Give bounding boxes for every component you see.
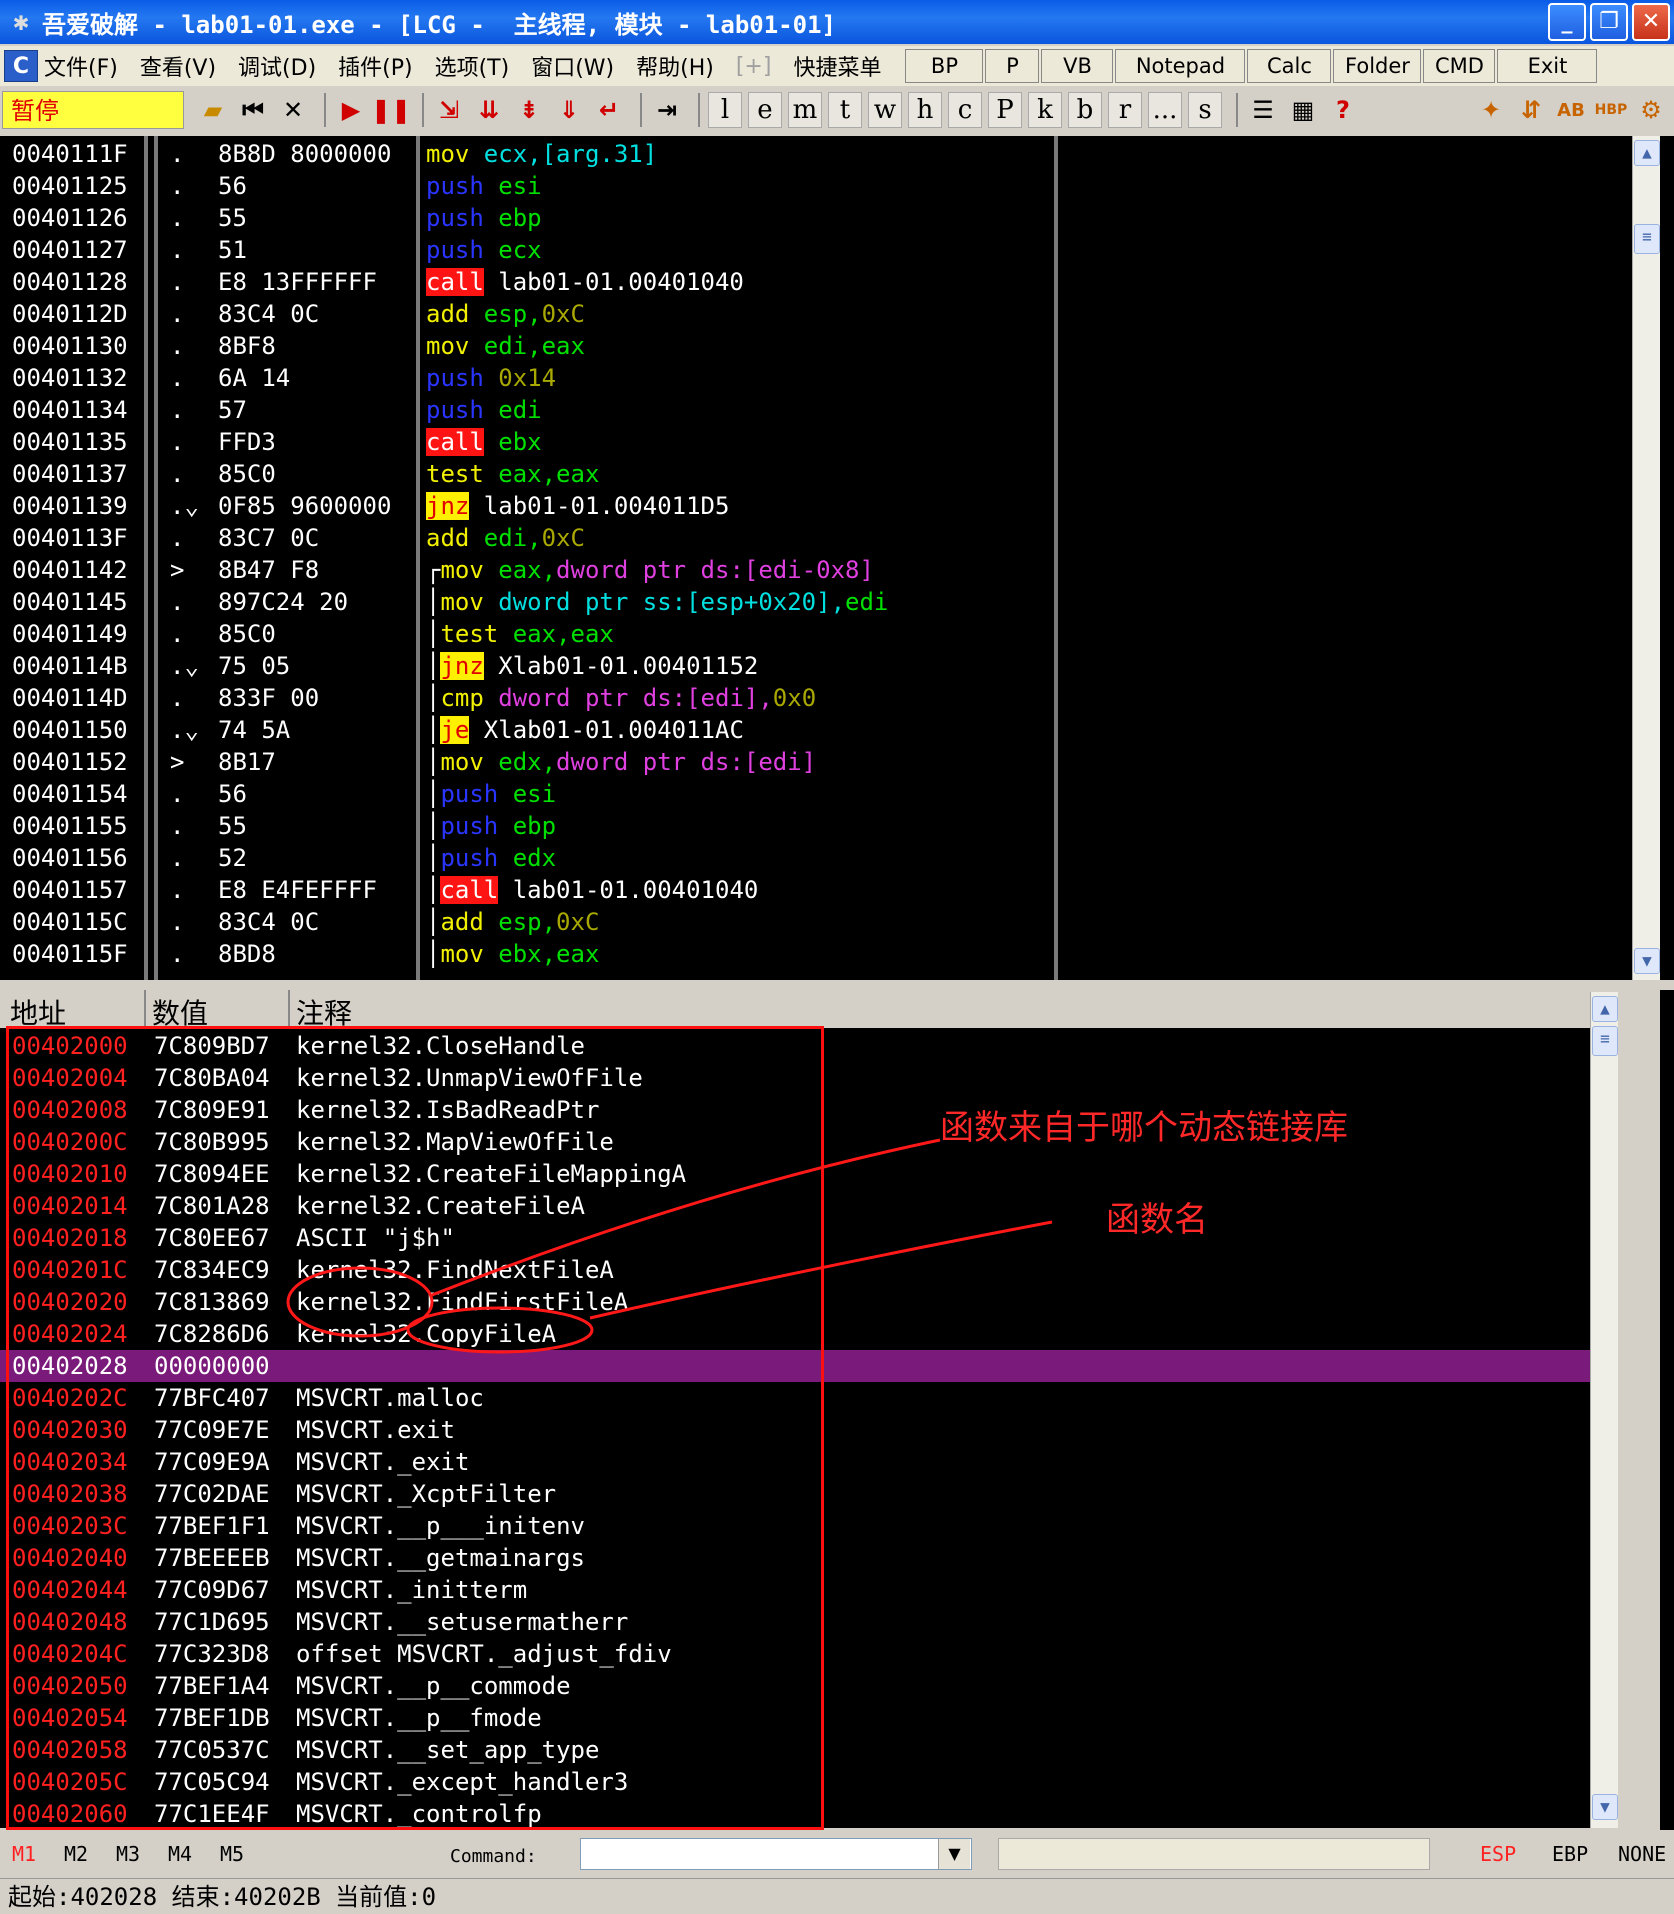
command-input[interactable] (580, 1838, 972, 1870)
dll-annotation: 函数来自于哪个动态链接库 (940, 1108, 1348, 1148)
register-none[interactable]: NONE (1618, 1842, 1666, 1866)
func-name-circle (406, 1306, 594, 1354)
command-label: Command: (450, 1846, 537, 1867)
marker-m3[interactable]: M3 (116, 1842, 140, 1866)
annotation-overlay (286, 1138, 1053, 1354)
marker-m1[interactable]: M1 (12, 1842, 36, 1866)
marker-m4[interactable]: M4 (168, 1842, 192, 1866)
marker-m5[interactable]: M5 (220, 1842, 244, 1866)
bottom-bar: M1 M2 M3 M4 M5 Command: ▼ ESP EBP NONE (0, 1832, 1674, 1876)
status-bar: 起始:402028 结束:40202B 当前值:0 (0, 1878, 1674, 1914)
marker-m2[interactable]: M2 (64, 1842, 88, 1866)
register-ebp[interactable]: EBP (1552, 1842, 1588, 1866)
command-result-field (998, 1838, 1430, 1870)
register-esp[interactable]: ESP (1480, 1842, 1516, 1866)
debugger-window: ✱ 吾爱破解 - lab01-01.exe - [LCG - 主线程, 模块 -… (0, 0, 1674, 1914)
func-annotation: 函数名 (1106, 1200, 1208, 1240)
dll-pointer-line (431, 1138, 941, 1297)
func-pointer-line (589, 1220, 1053, 1320)
command-dropdown-icon[interactable]: ▼ (938, 1839, 970, 1869)
